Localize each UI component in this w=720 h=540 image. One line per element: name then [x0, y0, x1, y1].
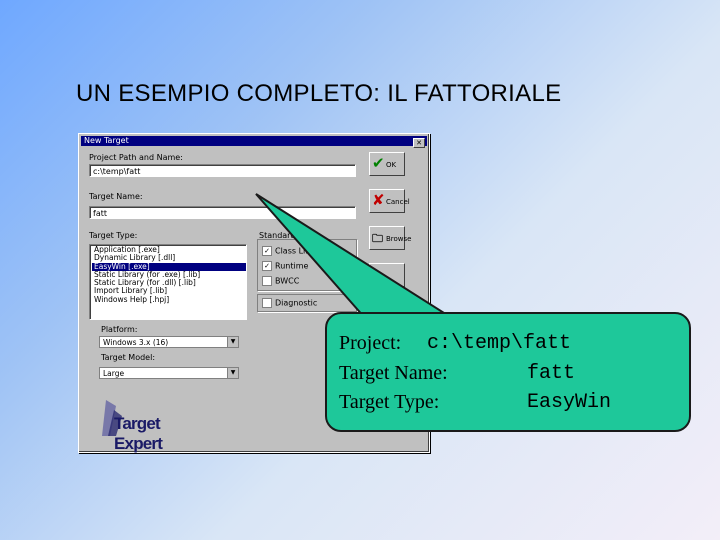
callout-target-type-row: Target Type: EasyWin	[339, 391, 612, 414]
callout-pointer-icon	[255, 193, 455, 328]
callout-project-row: Project: c:\temp\fatt	[339, 332, 572, 355]
callout-box: Project: c:\temp\fatt Target Name: fatt …	[325, 312, 691, 432]
callout-target-name-row: Target Name: fatt	[339, 362, 576, 385]
